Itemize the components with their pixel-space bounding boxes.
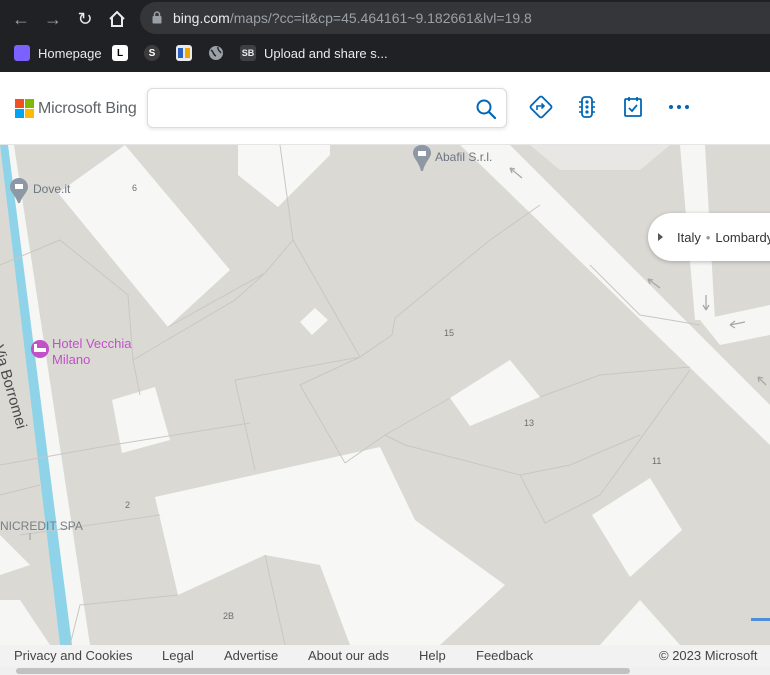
building [155, 447, 505, 645]
breadcrumb-separator: • [705, 229, 711, 245]
bookmark-homepage[interactable]: Homepage [14, 43, 102, 63]
building [530, 145, 670, 170]
building [300, 308, 328, 335]
building [58, 145, 230, 327]
address-number: 6 [132, 183, 138, 193]
footer-link-advertise[interactable]: Advertise [224, 648, 278, 663]
address-number: 2B [223, 611, 235, 621]
location-breadcrumb[interactable]: Italy • Lombardy [648, 213, 770, 261]
bookmark-reader[interactable] [176, 43, 200, 63]
building [112, 387, 170, 453]
back-arrow-icon[interactable]: ← [10, 8, 32, 30]
microsoft-logo-icon [15, 99, 34, 118]
app: ← → ↻ bing.com/maps/?cc=it&cp=45.464161~… [0, 0, 770, 675]
footer: Privacy and Cookies Legal Advertise Abou… [0, 645, 770, 667]
breadcrumb-region[interactable]: Lombardy [715, 230, 770, 245]
copyright: © 2023 Microsoft [659, 648, 758, 663]
building [592, 478, 682, 577]
reload-icon[interactable]: ↻ [74, 8, 96, 30]
hotel-name-line: Milano [52, 352, 91, 367]
road [0, 535, 30, 575]
bookmark-label: Homepage [38, 45, 102, 61]
scale-bar [751, 618, 770, 621]
bookmark-globe[interactable] [208, 43, 232, 63]
footer-link-legal[interactable]: Legal [162, 648, 194, 663]
footer-link-privacy[interactable]: Privacy and Cookies [14, 648, 133, 663]
l-icon: L [112, 45, 128, 61]
bookmark-s[interactable]: S [144, 43, 168, 63]
address-number: 11 [652, 456, 662, 466]
forward-arrow-icon[interactable]: → [42, 8, 64, 30]
hotel-name-line: Hotel Vecchia [52, 336, 132, 351]
bookmarks-bar: Homepage L S SB Upload and share s... [0, 38, 770, 68]
bookmark-label: Upload and share s... [264, 45, 388, 61]
address-number: 13 [524, 418, 535, 428]
poi-unicredit[interactable]: NICREDIT SPA [0, 519, 83, 533]
my-places-icon[interactable] [620, 94, 646, 120]
bing-logo[interactable]: Microsoft Bing [15, 99, 137, 118]
footer-link-about-ads[interactable]: About our ads [308, 648, 389, 663]
footer-link-help[interactable]: Help [419, 648, 446, 663]
address-bar[interactable]: bing.com/maps/?cc=it&cp=45.464161~9.1826… [140, 2, 770, 34]
poi-dove-it[interactable]: Dove.it [33, 182, 70, 196]
home-icon[interactable] [106, 8, 128, 30]
building [450, 360, 540, 426]
breadcrumb-country[interactable]: Italy [677, 230, 701, 245]
scrollbar-thumb[interactable] [16, 668, 630, 674]
poi-abafil[interactable]: Abafil S.r.l. [435, 150, 492, 164]
road [600, 600, 680, 645]
bing-header: Microsoft Bing [0, 72, 770, 145]
horizontal-scrollbar[interactable] [0, 667, 770, 675]
map-canvas[interactable]: 6 15 13 11 2 2B Abafil S.r.l. Dove.it Ho… [0, 145, 770, 645]
sb-icon: SB [240, 45, 256, 61]
poi-hotel-vecchia-milano[interactable]: Hotel Vecchia Milano [52, 336, 132, 368]
logo-text: Microsoft Bing [38, 99, 137, 117]
road [0, 600, 50, 645]
bookmark-upload[interactable]: SB Upload and share s... [240, 43, 388, 63]
search-icon[interactable] [476, 99, 496, 119]
search-box [147, 88, 507, 128]
browser-chrome: ← → ↻ bing.com/maps/?cc=it&cp=45.464161~… [0, 0, 770, 72]
address-number: 2 [125, 500, 131, 510]
footer-link-feedback[interactable]: Feedback [476, 648, 533, 663]
bookmark-icon [176, 45, 192, 61]
url-text: bing.com/maps/?cc=it&cp=45.464161~9.1826… [173, 10, 532, 26]
traffic-icon[interactable] [574, 94, 600, 120]
address-number: 15 [444, 328, 455, 338]
more-options-icon[interactable] [666, 94, 692, 120]
expand-arrow-icon[interactable] [658, 233, 663, 241]
homepage-icon [14, 45, 30, 61]
bookmark-l[interactable]: L [112, 43, 136, 63]
search-input[interactable] [158, 97, 458, 121]
lock-icon [152, 11, 162, 24]
s-icon: S [144, 45, 160, 61]
pin-icon [10, 145, 431, 358]
globe-icon [208, 45, 224, 61]
directions-icon[interactable] [528, 94, 554, 120]
